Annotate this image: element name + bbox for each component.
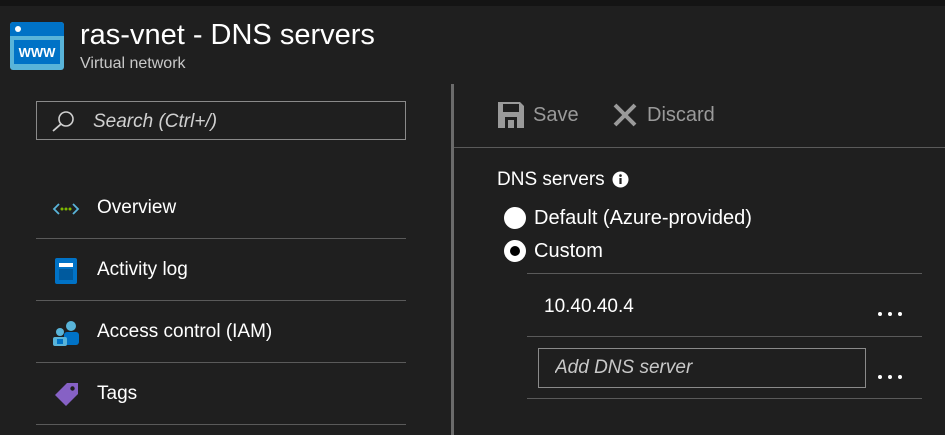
radio-button-selected[interactable] (504, 240, 526, 262)
save-icon (496, 100, 526, 130)
more-options-button[interactable] (875, 369, 905, 385)
dns-row-divider (527, 398, 922, 399)
virtual-network-www-icon: WWW (10, 20, 64, 72)
dns-servers-heading: DNS servers (497, 169, 605, 190)
menu-item-label: Access control (IAM) (97, 321, 273, 342)
menu-item-activity-log[interactable]: Activity log (36, 239, 406, 301)
pane-divider (451, 84, 454, 435)
search-placeholder: Search (Ctrl+/) (93, 111, 218, 132)
tag-icon (52, 381, 80, 409)
overview-icon (52, 195, 80, 223)
radio-button[interactable] (504, 207, 526, 229)
menu-item-overview[interactable]: Overview (36, 177, 406, 239)
menu-item-label: Activity log (97, 259, 188, 280)
activity-log-icon (52, 257, 80, 285)
page: WWW ras-vnet - DNS servers Virtual netwo… (0, 0, 945, 435)
page-subtitle: Virtual network (80, 55, 186, 72)
more-options-button[interactable] (875, 306, 905, 322)
search-box[interactable]: Search (Ctrl+/) (36, 101, 406, 140)
access-control-icon (52, 319, 80, 347)
close-icon (610, 100, 640, 130)
menu-item-label: Tags (97, 383, 138, 404)
dns-row-divider (527, 336, 922, 337)
save-label: Save (533, 104, 579, 126)
add-dns-server-input[interactable] (538, 348, 866, 388)
page-title: ras-vnet - DNS servers (80, 19, 375, 51)
info-icon[interactable] (612, 171, 629, 188)
www-icon-text: WWW (19, 45, 57, 60)
radio-label: Default (Azure-provided) (534, 207, 752, 229)
menu-item-access-control[interactable]: Access control (IAM) (36, 301, 406, 363)
radio-label: Custom (534, 240, 603, 262)
menu-item-tags[interactable]: Tags (36, 363, 406, 425)
discard-label: Discard (647, 104, 715, 126)
dns-server-entry: 10.40.40.4 (544, 296, 634, 317)
blade-header: WWW ras-vnet - DNS servers Virtual netwo… (0, 6, 945, 82)
search-icon (51, 110, 75, 132)
command-bar-divider (454, 147, 945, 148)
dns-row-divider (527, 273, 922, 274)
menu-item-label: Overview (97, 197, 177, 218)
